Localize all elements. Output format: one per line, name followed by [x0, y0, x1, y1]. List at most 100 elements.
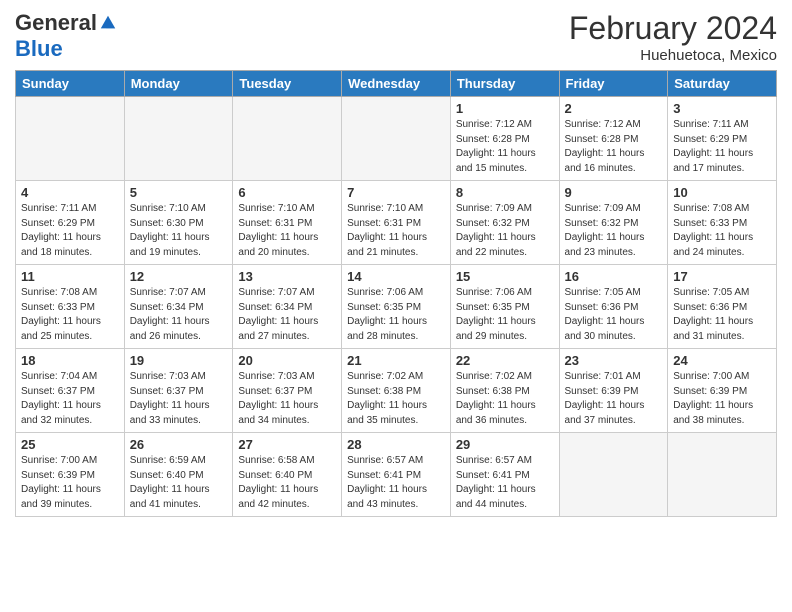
table-row: 18 Sunrise: 7:04 AM Sunset: 6:37 PM Dayli… [16, 349, 125, 433]
day-info: Sunrise: 7:07 AM Sunset: 6:34 PM Dayligh… [130, 286, 228, 344]
day-info: Sunrise: 6:57 AM Sunset: 6:41 PM Dayligh… [456, 454, 554, 512]
day-info: Sunrise: 7:08 AM Sunset: 6:33 PM Dayligh… [673, 202, 771, 260]
month-year-title: February 2024 [569, 10, 777, 47]
col-sunday: Sunday [16, 71, 125, 97]
day-info: Sunrise: 7:10 AM Sunset: 6:30 PM Dayligh… [130, 202, 228, 260]
day-number: 11 [21, 269, 119, 284]
table-row: 29Sunrise: 6:57 AM Sunset: 6:41 PM Dayli… [450, 433, 559, 517]
table-row [124, 97, 233, 181]
day-info: Sunrise: 7:11 AM Sunset: 6:29 PM Dayligh… [21, 202, 119, 260]
table-row: 21Sunrise: 7:02 AM Sunset: 6:38 PM Dayli… [342, 349, 451, 433]
table-row: 13 Sunrise: 7:07 AM Sunset: 6:34 PM Dayli… [233, 265, 342, 349]
table-row: 4 Sunrise: 7:11 AM Sunset: 6:29 PM Daylig… [16, 181, 125, 265]
day-number: 12 [130, 269, 228, 284]
table-row: 26Sunrise: 6:59 AM Sunset: 6:40 PM Dayli… [124, 433, 233, 517]
day-info: Sunrise: 7:11 AM Sunset: 6:29 PM Dayligh… [673, 118, 771, 176]
table-row: 9 Sunrise: 7:09 AM Sunset: 6:32 PM Daylig… [559, 181, 668, 265]
day-info: Sunrise: 6:57 AM Sunset: 6:41 PM Dayligh… [347, 454, 445, 512]
table-row: 12 Sunrise: 7:07 AM Sunset: 6:34 PM Dayli… [124, 265, 233, 349]
table-row: 2Sunrise: 7:12 AM Sunset: 6:28 PM Daylig… [559, 97, 668, 181]
day-info: Sunrise: 7:03 AM Sunset: 6:37 PM Dayligh… [130, 370, 228, 428]
day-info: Sunrise: 7:06 AM Sunset: 6:35 PM Dayligh… [347, 286, 445, 344]
col-tuesday: Tuesday [233, 71, 342, 97]
table-row: 16Sunrise: 7:05 AM Sunset: 6:36 PM Dayli… [559, 265, 668, 349]
table-row: 8 Sunrise: 7:09 AM Sunset: 6:32 PM Daylig… [450, 181, 559, 265]
day-number: 19 [130, 353, 228, 368]
table-row [16, 97, 125, 181]
day-number: 8 [456, 185, 554, 200]
table-row: 22 Sunrise: 7:02 AM Sunset: 6:38 PM Dayli… [450, 349, 559, 433]
day-info: Sunrise: 7:04 AM Sunset: 6:37 PM Dayligh… [21, 370, 119, 428]
table-row: 24 Sunrise: 7:00 AM Sunset: 6:39 PM Dayli… [668, 349, 777, 433]
day-info: Sunrise: 7:12 AM Sunset: 6:28 PM Dayligh… [565, 118, 663, 176]
day-number: 4 [21, 185, 119, 200]
day-number: 21 [347, 353, 445, 368]
day-info: Sunrise: 7:09 AM Sunset: 6:32 PM Dayligh… [565, 202, 663, 260]
col-thursday: Thursday [450, 71, 559, 97]
day-info: Sunrise: 7:00 AM Sunset: 6:39 PM Dayligh… [21, 454, 119, 512]
table-row [559, 433, 668, 517]
day-number: 27 [238, 437, 336, 452]
table-row: 17Sunrise: 7:05 AM Sunset: 6:36 PM Dayli… [668, 265, 777, 349]
table-row: 27 Sunrise: 6:58 AM Sunset: 6:40 PM Dayli… [233, 433, 342, 517]
day-number: 9 [565, 185, 663, 200]
day-info: Sunrise: 7:01 AM Sunset: 6:39 PM Dayligh… [565, 370, 663, 428]
day-info: Sunrise: 7:08 AM Sunset: 6:33 PM Dayligh… [21, 286, 119, 344]
col-saturday: Saturday [668, 71, 777, 97]
day-number: 13 [238, 269, 336, 284]
table-row: 14 Sunrise: 7:06 AM Sunset: 6:35 PM Dayli… [342, 265, 451, 349]
logo: General Blue [15, 10, 117, 62]
day-number: 5 [130, 185, 228, 200]
day-info: Sunrise: 7:02 AM Sunset: 6:38 PM Dayligh… [456, 370, 554, 428]
table-row [342, 97, 451, 181]
day-number: 10 [673, 185, 771, 200]
table-row: 25 Sunrise: 7:00 AM Sunset: 6:39 PM Dayli… [16, 433, 125, 517]
col-friday: Friday [559, 71, 668, 97]
day-number: 22 [456, 353, 554, 368]
day-info: Sunrise: 7:03 AM Sunset: 6:37 PM Dayligh… [238, 370, 336, 428]
header: General Blue February 2024 Huehuetoca, M… [15, 10, 777, 64]
day-number: 28 [347, 437, 445, 452]
table-row: 7 Sunrise: 7:10 AM Sunset: 6:31 PM Daylig… [342, 181, 451, 265]
location-label: Huehuetoca, Mexico [569, 47, 777, 64]
table-row: 1Sunrise: 7:12 AM Sunset: 6:28 PM Daylig… [450, 97, 559, 181]
table-row: 28 Sunrise: 6:57 AM Sunset: 6:41 PM Dayli… [342, 433, 451, 517]
calendar-page: General Blue February 2024 Huehuetoca, M… [0, 0, 792, 612]
day-number: 15 [456, 269, 554, 284]
table-row: 11 Sunrise: 7:08 AM Sunset: 6:33 PM Dayli… [16, 265, 125, 349]
day-number: 23 [565, 353, 663, 368]
logo-blue-text: Blue [15, 36, 63, 61]
table-row [233, 97, 342, 181]
day-info: Sunrise: 6:59 AM Sunset: 6:40 PM Dayligh… [130, 454, 228, 512]
day-number: 16 [565, 269, 663, 284]
logo-general: General [15, 10, 97, 36]
day-info: Sunrise: 7:00 AM Sunset: 6:39 PM Dayligh… [673, 370, 771, 428]
day-info: Sunrise: 7:10 AM Sunset: 6:31 PM Dayligh… [347, 202, 445, 260]
day-number: 18 [21, 353, 119, 368]
table-row: 6Sunrise: 7:10 AM Sunset: 6:31 PM Daylig… [233, 181, 342, 265]
col-monday: Monday [124, 71, 233, 97]
day-number: 24 [673, 353, 771, 368]
day-number: 3 [673, 101, 771, 116]
title-block: February 2024 Huehuetoca, Mexico [569, 10, 777, 64]
table-row: 15 Sunrise: 7:06 AM Sunset: 6:35 PM Dayli… [450, 265, 559, 349]
table-row: 20 Sunrise: 7:03 AM Sunset: 6:37 PM Dayli… [233, 349, 342, 433]
logo-icon [99, 14, 117, 32]
day-number: 14 [347, 269, 445, 284]
day-number: 1 [456, 101, 554, 116]
day-info: Sunrise: 6:58 AM Sunset: 6:40 PM Dayligh… [238, 454, 336, 512]
day-info: Sunrise: 7:10 AM Sunset: 6:31 PM Dayligh… [238, 202, 336, 260]
col-wednesday: Wednesday [342, 71, 451, 97]
day-number: 20 [238, 353, 336, 368]
calendar-header-row: Sunday Monday Tuesday Wednesday Thursday… [16, 71, 777, 97]
day-info: Sunrise: 7:06 AM Sunset: 6:35 PM Dayligh… [456, 286, 554, 344]
table-row: 3 Sunrise: 7:11 AM Sunset: 6:29 PM Daylig… [668, 97, 777, 181]
table-row: 19 Sunrise: 7:03 AM Sunset: 6:37 PM Dayli… [124, 349, 233, 433]
day-number: 17 [673, 269, 771, 284]
table-row: 10 Sunrise: 7:08 AM Sunset: 6:33 PM Dayli… [668, 181, 777, 265]
day-number: 7 [347, 185, 445, 200]
day-info: Sunrise: 7:09 AM Sunset: 6:32 PM Dayligh… [456, 202, 554, 260]
day-info: Sunrise: 7:07 AM Sunset: 6:34 PM Dayligh… [238, 286, 336, 344]
day-number: 25 [21, 437, 119, 452]
calendar-table: Sunday Monday Tuesday Wednesday Thursday… [15, 70, 777, 517]
